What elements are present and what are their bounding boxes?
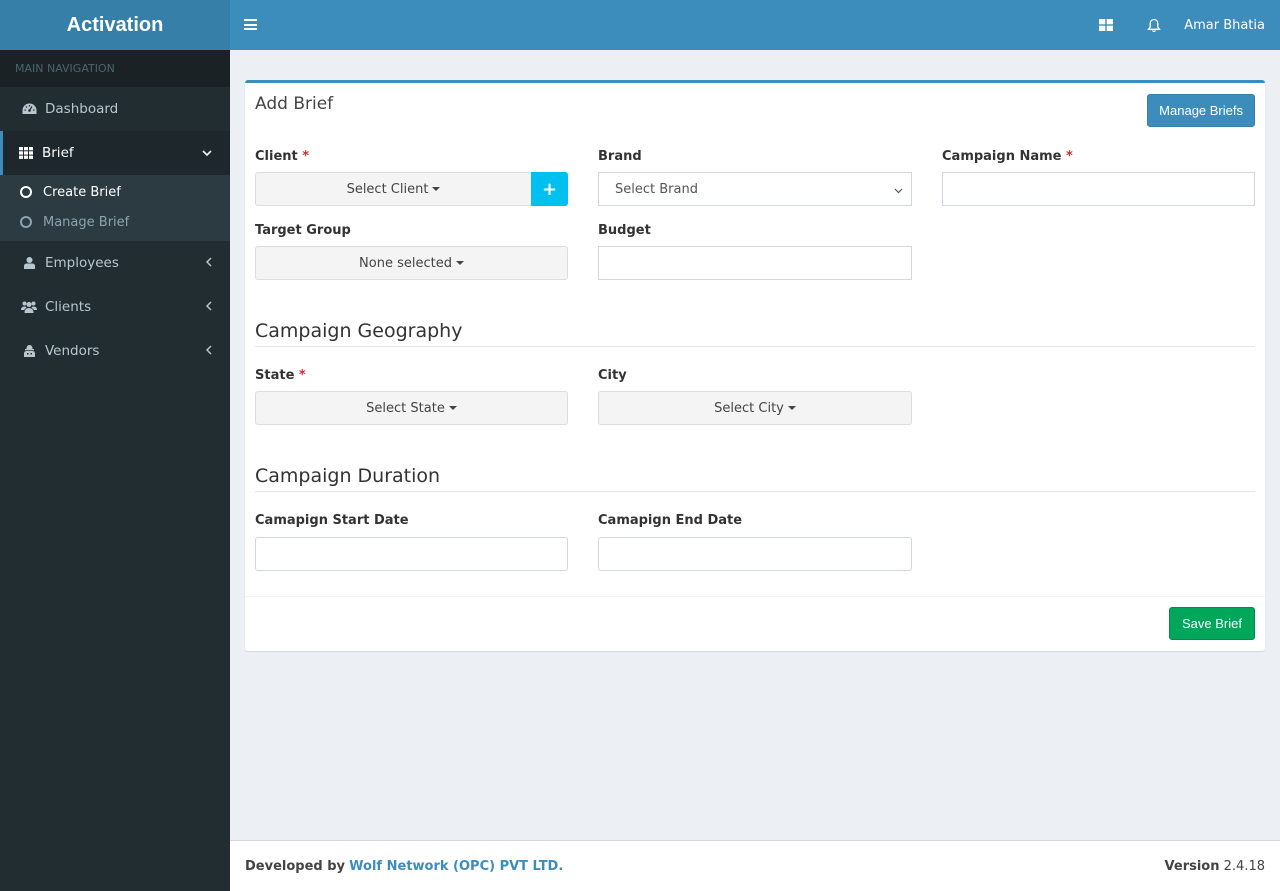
sidebar-item-employees[interactable]: Employees xyxy=(0,241,230,285)
top-navbar: Amar Bhatia xyxy=(230,0,1280,50)
vendor-icon xyxy=(21,343,37,359)
save-brief-button[interactable]: Save Brief xyxy=(1169,607,1255,640)
end-date-label: Camapign End Date xyxy=(598,513,743,528)
th-grid-icon xyxy=(18,145,34,161)
circle-icon xyxy=(20,186,32,198)
sidebar-subitem-create-brief[interactable]: Create Brief xyxy=(0,177,230,207)
caret-down-icon xyxy=(455,261,464,265)
state-select[interactable]: Select State xyxy=(255,391,568,425)
campaign-name-input[interactable] xyxy=(942,172,1255,206)
footer-version: Version 2.4.18 xyxy=(1165,859,1265,874)
caret-down-icon xyxy=(448,406,457,410)
sidebar-toggle-button[interactable] xyxy=(244,19,257,30)
client-label-text: Client xyxy=(255,149,298,164)
start-date-input[interactable] xyxy=(255,537,568,571)
dashboard-icon xyxy=(21,101,37,117)
city-select[interactable]: Select City xyxy=(598,391,912,425)
sidebar-header: MAIN NAVIGATION xyxy=(0,50,230,87)
box-footer: Save Brief xyxy=(245,596,1265,651)
sidebar-item-label: Clients xyxy=(45,299,92,315)
sidebar: MAIN NAVIGATION Dashboard Brief Create B… xyxy=(0,50,230,891)
bell-icon xyxy=(1147,18,1161,32)
budget-input[interactable] xyxy=(598,246,912,280)
user-menu[interactable]: Amar Bhatia xyxy=(1178,18,1280,33)
campaign-duration-heading: Campaign Duration xyxy=(255,465,1255,492)
target-group-select[interactable]: None selected xyxy=(255,246,568,280)
campaign-name-label-text: Campaign Name xyxy=(942,149,1062,164)
chevron-left-icon xyxy=(205,256,212,270)
target-group-value: None selected xyxy=(359,255,452,271)
footer-credits: Developed by Wolf Network (OPC) PVT LTD. xyxy=(245,859,563,874)
page-footer: Developed by Wolf Network (OPC) PVT LTD.… xyxy=(230,840,1280,891)
state-label-text: State xyxy=(255,368,295,383)
city-select-value: Select City xyxy=(714,400,784,416)
chevron-left-icon xyxy=(205,300,212,314)
state-select-value: Select State xyxy=(366,400,445,416)
navbar-right: Amar Bhatia xyxy=(1082,0,1280,50)
hamburger-icon xyxy=(244,19,257,21)
box-title: Add Brief xyxy=(255,94,334,114)
user-icon xyxy=(21,255,37,271)
add-brief-box: Add Brief Manage Briefs Client * Select … xyxy=(245,80,1265,651)
start-date-label: Camapign Start Date xyxy=(255,513,409,528)
brand-label: Brand xyxy=(598,149,642,164)
hamburger-line xyxy=(244,28,257,30)
hamburger-line xyxy=(244,23,257,26)
sidebar-item-label: Vendors xyxy=(45,343,100,359)
required-marker: * xyxy=(302,149,310,164)
brand-select[interactable]: Select Brand xyxy=(598,172,912,206)
developed-by-label: Developed by xyxy=(245,859,346,874)
company-link[interactable]: Wolf Network (OPC) PVT LTD. xyxy=(349,859,563,874)
sidebar-item-clients[interactable]: Clients xyxy=(0,285,230,329)
app-logo[interactable]: Activation xyxy=(0,0,230,50)
sidebar-subitem-label: Manage Brief xyxy=(43,214,130,230)
sidebar-subitem-manage-brief[interactable]: Manage Brief xyxy=(0,207,230,237)
end-date-input[interactable] xyxy=(598,537,912,571)
grid-icon xyxy=(1099,19,1114,31)
campaign-name-label: Campaign Name * xyxy=(942,149,1073,164)
add-client-button[interactable]: + xyxy=(531,172,568,206)
sidebar-item-label: Employees xyxy=(45,255,119,271)
plus-icon: + xyxy=(541,178,558,200)
client-select[interactable]: Select Client xyxy=(255,172,532,206)
required-marker: * xyxy=(1066,149,1073,164)
target-group-label: Target Group xyxy=(255,223,351,238)
brief-submenu: Create Brief Manage Brief xyxy=(0,175,230,241)
sidebar-item-label: Brief xyxy=(42,145,74,161)
sidebar-item-dashboard[interactable]: Dashboard xyxy=(0,87,230,131)
app-title: Activation xyxy=(66,13,164,36)
users-icon xyxy=(21,299,37,315)
client-label: Client * xyxy=(255,149,309,164)
caret-down-icon xyxy=(432,187,441,191)
notifications-button[interactable] xyxy=(1130,0,1178,50)
version-label: Version xyxy=(1164,859,1220,874)
sidebar-item-brief[interactable]: Brief xyxy=(0,131,230,175)
brand-select-value: Select Brand xyxy=(615,181,698,197)
campaign-geography-heading: Campaign Geography xyxy=(255,320,1255,347)
sidebar-item-vendors[interactable]: Vendors xyxy=(0,329,230,373)
chevron-down-icon xyxy=(202,146,212,160)
client-select-value: Select Client xyxy=(346,181,429,197)
city-label: City xyxy=(598,368,627,383)
chevron-left-icon xyxy=(205,344,212,358)
required-marker: * xyxy=(298,368,306,383)
budget-label: Budget xyxy=(598,223,651,238)
sidebar-item-label: Dashboard xyxy=(45,101,119,117)
chevron-down-icon xyxy=(894,183,903,198)
sidebar-subitem-label: Create Brief xyxy=(43,184,121,200)
manage-briefs-button[interactable]: Manage Briefs xyxy=(1147,94,1255,127)
circle-icon xyxy=(20,216,32,228)
caret-down-icon xyxy=(787,406,796,410)
state-label: State * xyxy=(255,368,306,383)
apps-button[interactable] xyxy=(1082,0,1130,50)
version-number: 2.4.18 xyxy=(1223,859,1265,874)
